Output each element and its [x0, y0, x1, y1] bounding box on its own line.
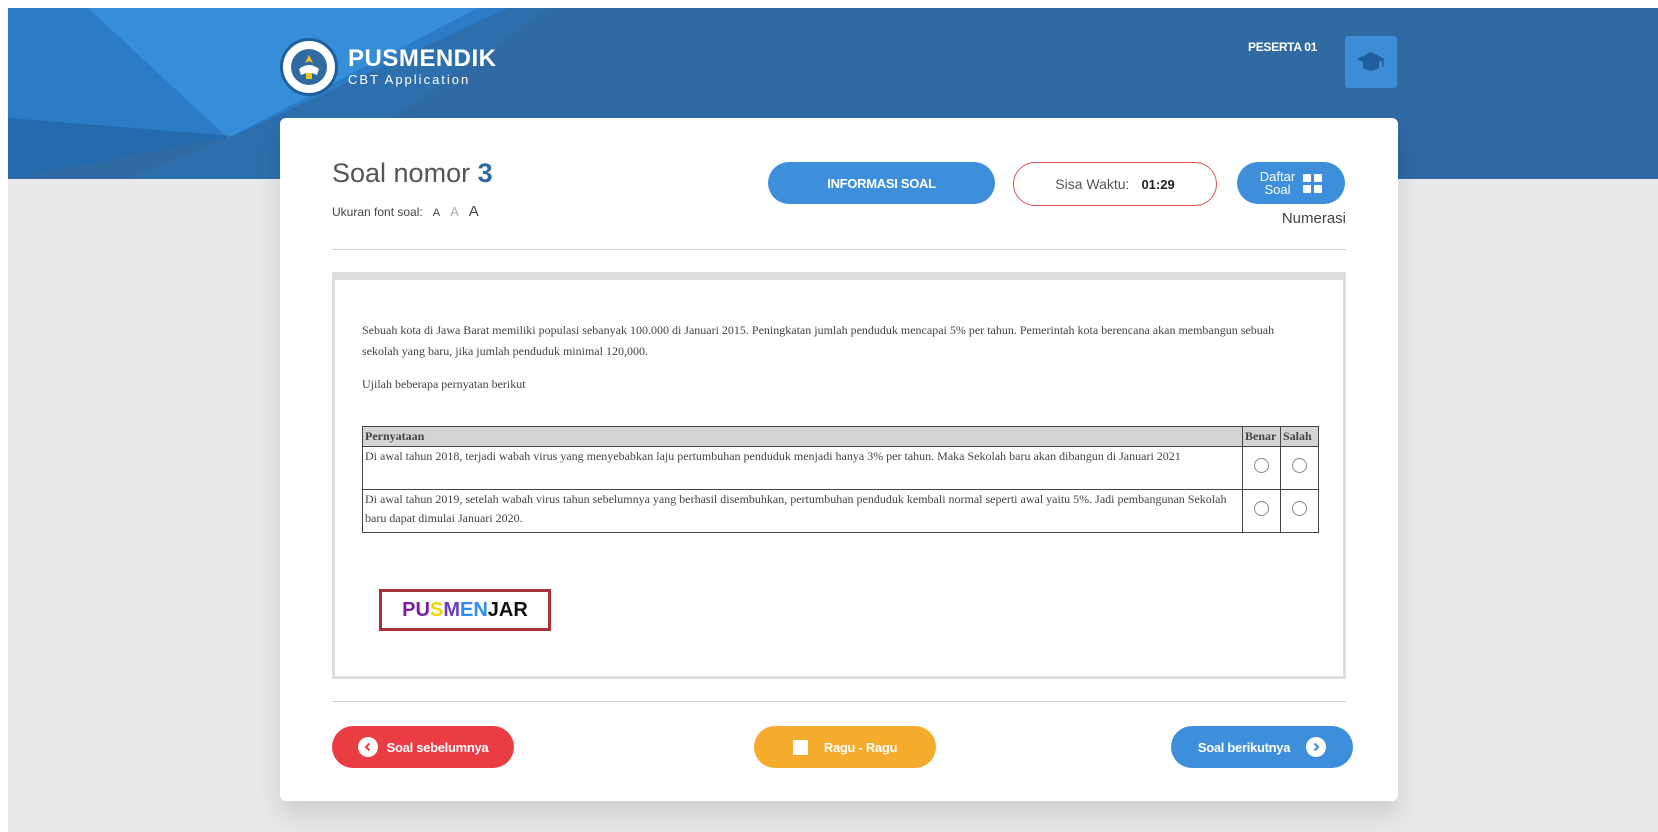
question-paragraph: Sebuah kota di Jawa Barat memiliki popul… — [362, 323, 1275, 358]
brand[interactable]: PUSMENDIK CBT Application — [280, 38, 497, 96]
previous-question-button[interactable]: Soal sebelumnya — [332, 726, 514, 768]
daftar-soal-button[interactable]: Daftar Soal — [1237, 162, 1345, 204]
timer-value: 01:29 — [1141, 176, 1175, 192]
previous-question-label: Soal sebelumnya — [386, 739, 489, 755]
question-card: Soal nomor 3 Ukuran font soal: A A A INF… — [280, 118, 1398, 801]
next-question-button[interactable]: Soal berikutnya — [1171, 726, 1353, 768]
font-size-large-button[interactable]: A — [469, 203, 479, 220]
statement-table: Pernyataan Benar Salah Di awal tahun 201… — [362, 426, 1319, 533]
question-category: Numerasi — [1281, 210, 1346, 227]
font-size-controls: Ukuran font soal: A A A — [332, 203, 479, 220]
font-size-label: Ukuran font soal: — [332, 205, 423, 219]
user-label: PESERTA 01 — [1248, 40, 1318, 54]
stamp-letter: R — [513, 598, 528, 621]
stamp-letter: E — [459, 598, 474, 621]
benar-radio[interactable] — [1254, 457, 1269, 473]
divider — [332, 249, 1346, 250]
question-content: Sebuah kota di Jawa Barat memiliki popul… — [332, 272, 1346, 679]
table-header-row: Pernyataan Benar Salah — [362, 426, 1319, 447]
salah-radio[interactable] — [1292, 500, 1307, 516]
chevron-right-icon — [1306, 737, 1327, 757]
stamp-letter: M — [443, 598, 460, 621]
informasi-soal-button[interactable]: INFORMASI SOAL — [768, 162, 995, 204]
table-row: Di awal tahun 2019, setelah wabah virus … — [362, 489, 1319, 533]
column-header-benar: Benar — [1242, 426, 1281, 447]
stamp-letter: N — [473, 598, 488, 621]
stamp-letter: S — [429, 598, 444, 621]
app-frame: PUSMENDIK CBT Application PESERTA 01 Soa… — [8, 8, 1658, 832]
statement-text: Di awal tahun 2018, terjadi wabah virus … — [362, 446, 1243, 490]
chevron-left-icon — [357, 737, 378, 757]
timer-label: Sisa Waktu: — [1055, 176, 1130, 192]
ragu-ragu-label: Ragu - Ragu — [823, 739, 898, 755]
brand-subtitle: CBT Application — [348, 72, 471, 87]
stamp-letter: A — [498, 598, 514, 621]
benar-radio[interactable] — [1254, 500, 1269, 516]
salah-radio[interactable] — [1292, 457, 1307, 473]
ragu-ragu-button[interactable]: Ragu - Ragu — [754, 726, 936, 768]
grid-icon — [1303, 173, 1323, 193]
stamp-letter: P — [402, 598, 416, 621]
graduation-cap-icon — [1357, 52, 1385, 71]
question-instruction: Ujilah beberapa pernyatan berikut — [362, 377, 526, 391]
brand-title: PUSMENDIK — [348, 45, 497, 72]
question-title: Soal nomor 3 — [332, 158, 493, 189]
question-title-prefix: Soal nomor — [332, 158, 471, 188]
stamp-letter: U — [415, 598, 430, 621]
font-size-medium-button[interactable]: A — [450, 204, 459, 219]
checkbox-icon — [792, 739, 808, 755]
column-header-salah: Salah — [1280, 426, 1319, 447]
timer: Sisa Waktu: 01:29 — [1013, 162, 1217, 206]
user-avatar-button[interactable] — [1345, 36, 1397, 88]
table-row: Di awal tahun 2018, terjadi wabah virus … — [362, 446, 1319, 490]
divider — [332, 701, 1346, 702]
column-header-pernyataan: Pernyataan — [362, 426, 1243, 447]
daftar-soal-label-line2: Soal — [1264, 182, 1291, 197]
stamp-letter: J — [487, 598, 499, 621]
statement-text: Di awal tahun 2019, setelah wabah virus … — [362, 489, 1243, 533]
font-size-small-button[interactable]: A — [433, 207, 440, 219]
next-question-label: Soal berikutnya — [1197, 739, 1291, 755]
tut-wuri-handayani-logo-icon — [280, 38, 338, 96]
question-number: 3 — [477, 158, 493, 188]
pusmenjar-logo: PUSMENJAR — [379, 589, 551, 631]
